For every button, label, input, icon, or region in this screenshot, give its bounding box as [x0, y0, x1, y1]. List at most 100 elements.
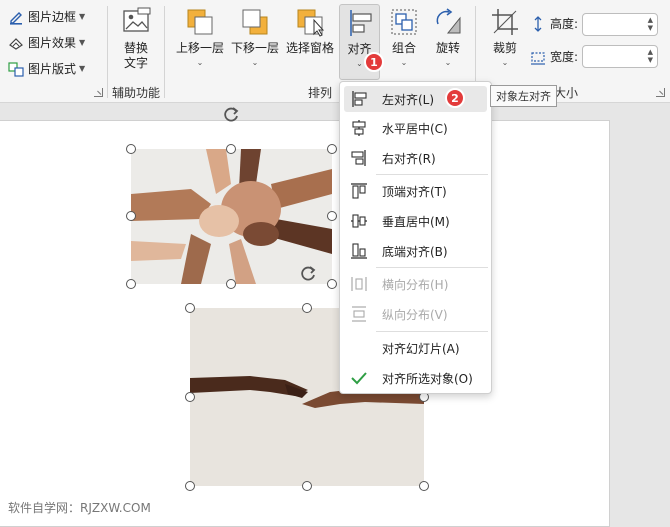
menu-item-align-left[interactable]: 左对齐(L): [344, 86, 487, 112]
menu-item-distribute-vertical[interactable]: 纵向分布(V): [344, 301, 487, 327]
crop-icon: [489, 6, 521, 38]
resize-handle[interactable]: [185, 481, 195, 491]
resize-handle[interactable]: [126, 144, 136, 154]
resize-handle[interactable]: [327, 211, 337, 221]
width-icon: [530, 49, 546, 65]
distribute-vertical-icon: [350, 305, 368, 323]
bring-forward-label: 上移一层: [175, 41, 224, 55]
layout-icon: [8, 61, 24, 77]
spinner-icon[interactable]: ▲ ▼: [648, 16, 653, 32]
menu-item-label: 对齐幻灯片(A): [382, 341, 460, 356]
accessibility-group-label: 辅助功能: [112, 86, 161, 100]
menu-item-label: 横向分布(H): [382, 277, 449, 292]
resize-handle[interactable]: [419, 481, 429, 491]
send-backward-button[interactable]: 下移一层 ⌄: [229, 6, 281, 67]
menu-item-align-selected-objects[interactable]: 对齐所选对象(O): [344, 365, 487, 391]
chevron-down-icon: ⌄: [501, 58, 509, 67]
group-objects-icon: [388, 6, 420, 38]
effects-icon: [8, 35, 24, 51]
chevron-down-icon: ⌄: [196, 58, 204, 67]
selection-pane-icon: [294, 6, 326, 38]
distribute-horizontal-icon: [350, 275, 368, 293]
resize-handle[interactable]: [327, 144, 337, 154]
pencil-icon: [8, 9, 24, 25]
chevron-down-icon: ⌄: [251, 58, 259, 67]
align-right-icon: [350, 149, 368, 167]
menu-item-align-to-slide[interactable]: 对齐幻灯片(A): [344, 335, 487, 361]
step-badge-1: 1: [364, 52, 384, 72]
arrange-group-label: 排列: [308, 86, 333, 100]
menu-item-label: 纵向分布(V): [382, 307, 448, 322]
step-badge-2: 2: [445, 88, 465, 108]
resize-handle[interactable]: [226, 279, 236, 289]
height-input[interactable]: ▲ ▼: [582, 13, 658, 36]
size-group-label: 大小: [554, 86, 579, 100]
menu-item-label: 水平居中(C): [382, 121, 448, 136]
menu-separator: [376, 267, 488, 268]
menu-item-align-right[interactable]: 右对齐(R): [344, 145, 487, 171]
dialog-launcher-icon[interactable]: [656, 88, 665, 97]
alt-text-label-line2: 文字: [123, 56, 148, 70]
align-objects-icon: [344, 7, 376, 39]
menu-item-label: 左对齐(L): [382, 92, 435, 107]
align-bottom-icon: [350, 242, 368, 260]
resize-handle[interactable]: [327, 279, 337, 289]
chevron-down-icon: ▼: [79, 64, 86, 73]
alt-text-label-line1: 替换: [123, 41, 148, 55]
resize-handle[interactable]: [302, 481, 312, 491]
picture-layout-button[interactable]: 图片版式 ▼: [8, 60, 85, 77]
menu-item-label: 右对齐(R): [382, 151, 436, 166]
alt-text-button[interactable]: 替换 文字: [116, 6, 156, 71]
group-button[interactable]: 组合 ⌄: [386, 6, 422, 67]
menu-item-label: 顶端对齐(T): [382, 184, 447, 199]
menu-item-label: 底端对齐(B): [382, 244, 448, 259]
resize-handle[interactable]: [185, 303, 195, 313]
chevron-down-icon: ▼: [79, 38, 86, 47]
menu-item-align-top[interactable]: 顶端对齐(T): [344, 178, 487, 204]
width-input[interactable]: ▲ ▼: [582, 45, 658, 68]
rotate-handle-icon[interactable]: [298, 264, 318, 284]
rotate-handle-icon[interactable]: [221, 105, 241, 125]
resize-handle[interactable]: [185, 392, 195, 402]
resize-handle[interactable]: [302, 303, 312, 313]
selection-pane-label: 选择窗格: [285, 41, 334, 55]
picture-border-label: 图片边框: [28, 10, 77, 24]
picture-effects-button[interactable]: 图片效果 ▼: [8, 34, 85, 51]
menu-item-distribute-horizontal[interactable]: 横向分布(H): [344, 271, 487, 297]
rotate-button[interactable]: 旋转 ⌄: [430, 6, 466, 67]
ribbon: 图片边框 ▼ 图片效果 ▼ 图片版式 ▼ 替换 文字 辅助功能 上移一层 ⌄ 下…: [0, 0, 670, 103]
alt-text-icon: [120, 6, 152, 38]
crop-label: 裁剪: [492, 41, 517, 55]
resize-handle[interactable]: [226, 144, 236, 154]
resize-handle[interactable]: [126, 211, 136, 221]
chevron-down-icon: ⌄: [400, 58, 408, 67]
height-label: 高度:: [550, 17, 579, 31]
align-dropdown-menu: 左对齐(L) 水平居中(C) 右对齐(R) 顶端对齐(T) 垂直居中(M) 底端…: [339, 81, 492, 394]
resize-handle[interactable]: [126, 279, 136, 289]
checkmark-icon: [350, 369, 368, 387]
height-label-row: 高度:: [530, 15, 578, 32]
spinner-icon[interactable]: ▲ ▼: [648, 48, 653, 64]
crop-button[interactable]: 裁剪 ⌄: [486, 6, 524, 67]
height-icon: [530, 15, 546, 32]
rotate-label: 旋转: [435, 41, 460, 55]
send-backward-icon: [239, 6, 271, 38]
send-backward-label: 下移一层: [230, 41, 279, 55]
menu-item-align-center[interactable]: 水平居中(C): [344, 115, 487, 141]
menu-item-align-bottom[interactable]: 底端对齐(B): [344, 238, 487, 264]
align-top-icon: [350, 182, 368, 200]
selection-pane-button[interactable]: 选择窗格: [284, 6, 336, 56]
bring-forward-button[interactable]: 上移一层 ⌄: [174, 6, 226, 67]
picture-border-button[interactable]: 图片边框 ▼: [8, 8, 85, 25]
bring-forward-icon: [184, 6, 216, 38]
dialog-launcher-icon[interactable]: [94, 88, 103, 97]
menu-separator: [376, 174, 488, 175]
group-label: 组合: [391, 41, 416, 55]
chevron-down-icon: ⌄: [444, 58, 452, 67]
watermark-text: 软件自学网：RJZXW.COM: [8, 501, 151, 515]
align-left-icon: [350, 90, 368, 108]
width-label: 宽度:: [550, 50, 579, 64]
menu-item-align-middle[interactable]: 垂直居中(M): [344, 208, 487, 234]
menu-item-label: 对齐所选对象(O): [382, 371, 473, 386]
group-divider: [164, 6, 165, 98]
